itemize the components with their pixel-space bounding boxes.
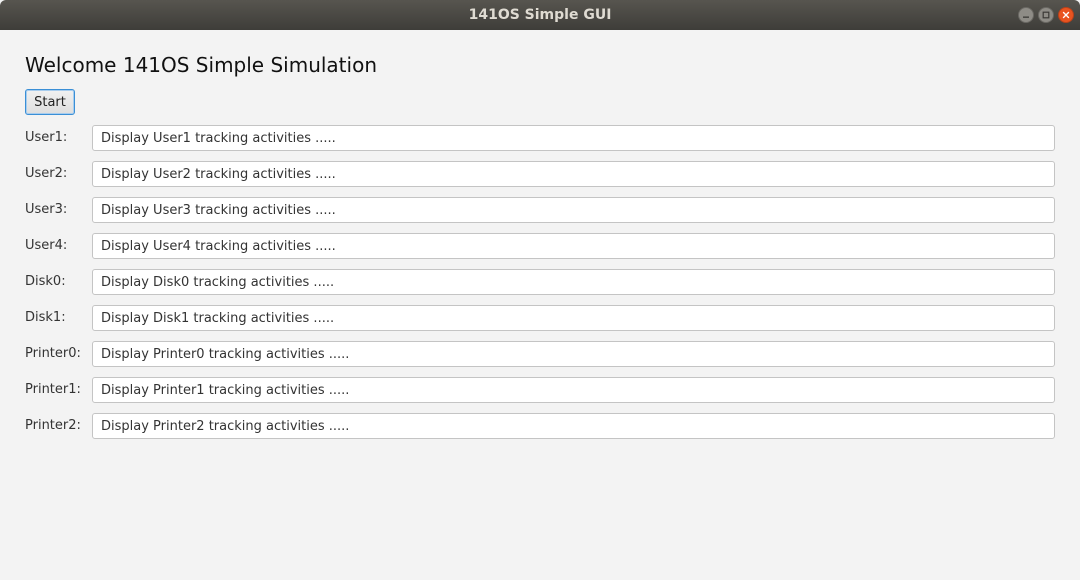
- printer1-label: Printer1:: [25, 382, 81, 397]
- app-window: 141OS Simple GUI Welcome 141OS Simple Si…: [0, 0, 1080, 580]
- row-user4: User4:: [25, 233, 1055, 259]
- close-button[interactable]: [1058, 7, 1074, 23]
- window-title: 141OS Simple GUI: [468, 7, 612, 23]
- minimize-button[interactable]: [1018, 7, 1034, 23]
- user4-label: User4:: [25, 238, 68, 253]
- page-title: Welcome 141OS Simple Simulation: [25, 53, 377, 77]
- disk1-field[interactable]: [92, 305, 1055, 331]
- printer1-field[interactable]: [92, 377, 1055, 403]
- disk0-label: Disk0:: [25, 274, 66, 289]
- start-button[interactable]: Start: [25, 89, 75, 115]
- minimize-icon: [1023, 16, 1029, 18]
- user2-field[interactable]: [92, 161, 1055, 187]
- row-printer1: Printer1:: [25, 377, 1055, 403]
- row-user2: User2:: [25, 161, 1055, 187]
- close-icon: [1062, 11, 1070, 19]
- title-bar[interactable]: 141OS Simple GUI: [0, 0, 1080, 30]
- row-printer0: Printer0:: [25, 341, 1055, 367]
- user3-field[interactable]: [92, 197, 1055, 223]
- row-disk0: Disk0:: [25, 269, 1055, 295]
- user1-field[interactable]: [92, 125, 1055, 151]
- row-user3: User3:: [25, 197, 1055, 223]
- user2-label: User2:: [25, 166, 68, 181]
- maximize-button[interactable]: [1038, 7, 1054, 23]
- maximize-icon: [1042, 11, 1050, 19]
- printer2-label: Printer2:: [25, 418, 81, 433]
- disk0-field[interactable]: [92, 269, 1055, 295]
- row-user1: User1:: [25, 125, 1055, 151]
- row-disk1: Disk1:: [25, 305, 1055, 331]
- row-printer2: Printer2:: [25, 413, 1055, 439]
- user3-label: User3:: [25, 202, 68, 217]
- printer0-field[interactable]: [92, 341, 1055, 367]
- printer2-field[interactable]: [92, 413, 1055, 439]
- user4-field[interactable]: [92, 233, 1055, 259]
- user1-label: User1:: [25, 130, 68, 145]
- disk1-label: Disk1:: [25, 310, 66, 325]
- printer0-label: Printer0:: [25, 346, 81, 361]
